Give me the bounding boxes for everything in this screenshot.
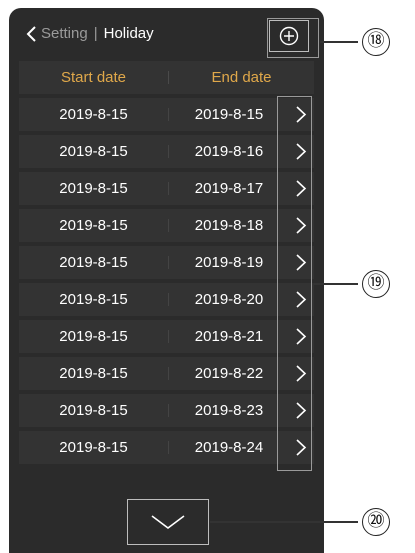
end-date-cell: 2019-8-23	[194, 402, 264, 419]
table-row[interactable]: 2019-8-15 2019-8-17	[19, 172, 314, 205]
start-date-cell: 2019-8-15	[59, 254, 128, 271]
callout-frame-add	[267, 18, 319, 58]
chevron-left-icon[interactable]	[25, 26, 39, 42]
callout-number-18: ⑱	[362, 28, 390, 56]
start-date-cell: 2019-8-15	[59, 402, 128, 419]
table-row[interactable]: 2019-8-15 2019-8-19	[19, 246, 314, 279]
breadcrumb: Setting | Holiday	[41, 25, 154, 42]
table-row[interactable]: 2019-8-15 2019-8-20	[19, 283, 314, 316]
holiday-table: Start date End date 2019-8-15 2019-8-15 20…	[19, 61, 314, 464]
start-date-cell: 2019-8-15	[59, 180, 128, 197]
end-date-cell: 2019-8-19	[194, 254, 264, 271]
scroll-down-button[interactable]	[127, 499, 209, 545]
callout-leader-line	[320, 41, 358, 43]
callout-leader-line	[210, 521, 358, 523]
end-date-cell: 2019-8-18	[194, 217, 264, 234]
callout-number-19: ⑲	[362, 270, 390, 298]
end-date-cell: 2019-8-15	[194, 106, 264, 123]
table-row[interactable]: 2019-8-15 2019-8-22	[19, 357, 314, 390]
end-date-cell: 2019-8-21	[194, 328, 264, 345]
table-row[interactable]: 2019-8-15 2019-8-21	[19, 320, 314, 353]
end-date-cell: 2019-8-20	[194, 291, 264, 308]
table-header: Start date End date	[19, 61, 314, 94]
table-body: 2019-8-15 2019-8-15 2019-8-15 2019-8-16 2019…	[19, 98, 314, 464]
start-date-cell: 2019-8-15	[59, 291, 128, 308]
callout-number-20: ⑳	[362, 508, 390, 536]
callout-leader-line	[313, 283, 358, 285]
table-row[interactable]: 2019-8-15 2019-8-24	[19, 431, 314, 464]
column-header-end-date: End date	[211, 69, 272, 86]
end-date-cell: 2019-8-17	[194, 180, 264, 197]
end-date-cell: 2019-8-22	[194, 365, 264, 382]
table-row[interactable]: 2019-8-15 2019-8-23	[19, 394, 314, 427]
breadcrumb-separator: |	[93, 25, 98, 42]
start-date-cell: 2019-8-15	[59, 106, 128, 123]
start-date-cell: 2019-8-15	[59, 143, 128, 160]
start-date-cell: 2019-8-15	[59, 439, 128, 456]
breadcrumb-parent[interactable]: Setting	[41, 25, 88, 42]
page-title: Holiday	[103, 25, 154, 42]
column-header-start-date: Start date	[60, 69, 127, 86]
start-date-cell: 2019-8-15	[59, 365, 128, 382]
callout-frame-row-actions	[277, 96, 312, 471]
end-date-cell: 2019-8-16	[194, 143, 264, 160]
start-date-cell: 2019-8-15	[59, 328, 128, 345]
table-row[interactable]: 2019-8-15 2019-8-16	[19, 135, 314, 168]
start-date-cell: 2019-8-15	[59, 217, 128, 234]
end-date-cell: 2019-8-24	[194, 439, 264, 456]
table-row[interactable]: 2019-8-15 2019-8-18	[19, 209, 314, 242]
chevron-down-icon	[151, 515, 185, 529]
table-row[interactable]: 2019-8-15 2019-8-15	[19, 98, 314, 131]
